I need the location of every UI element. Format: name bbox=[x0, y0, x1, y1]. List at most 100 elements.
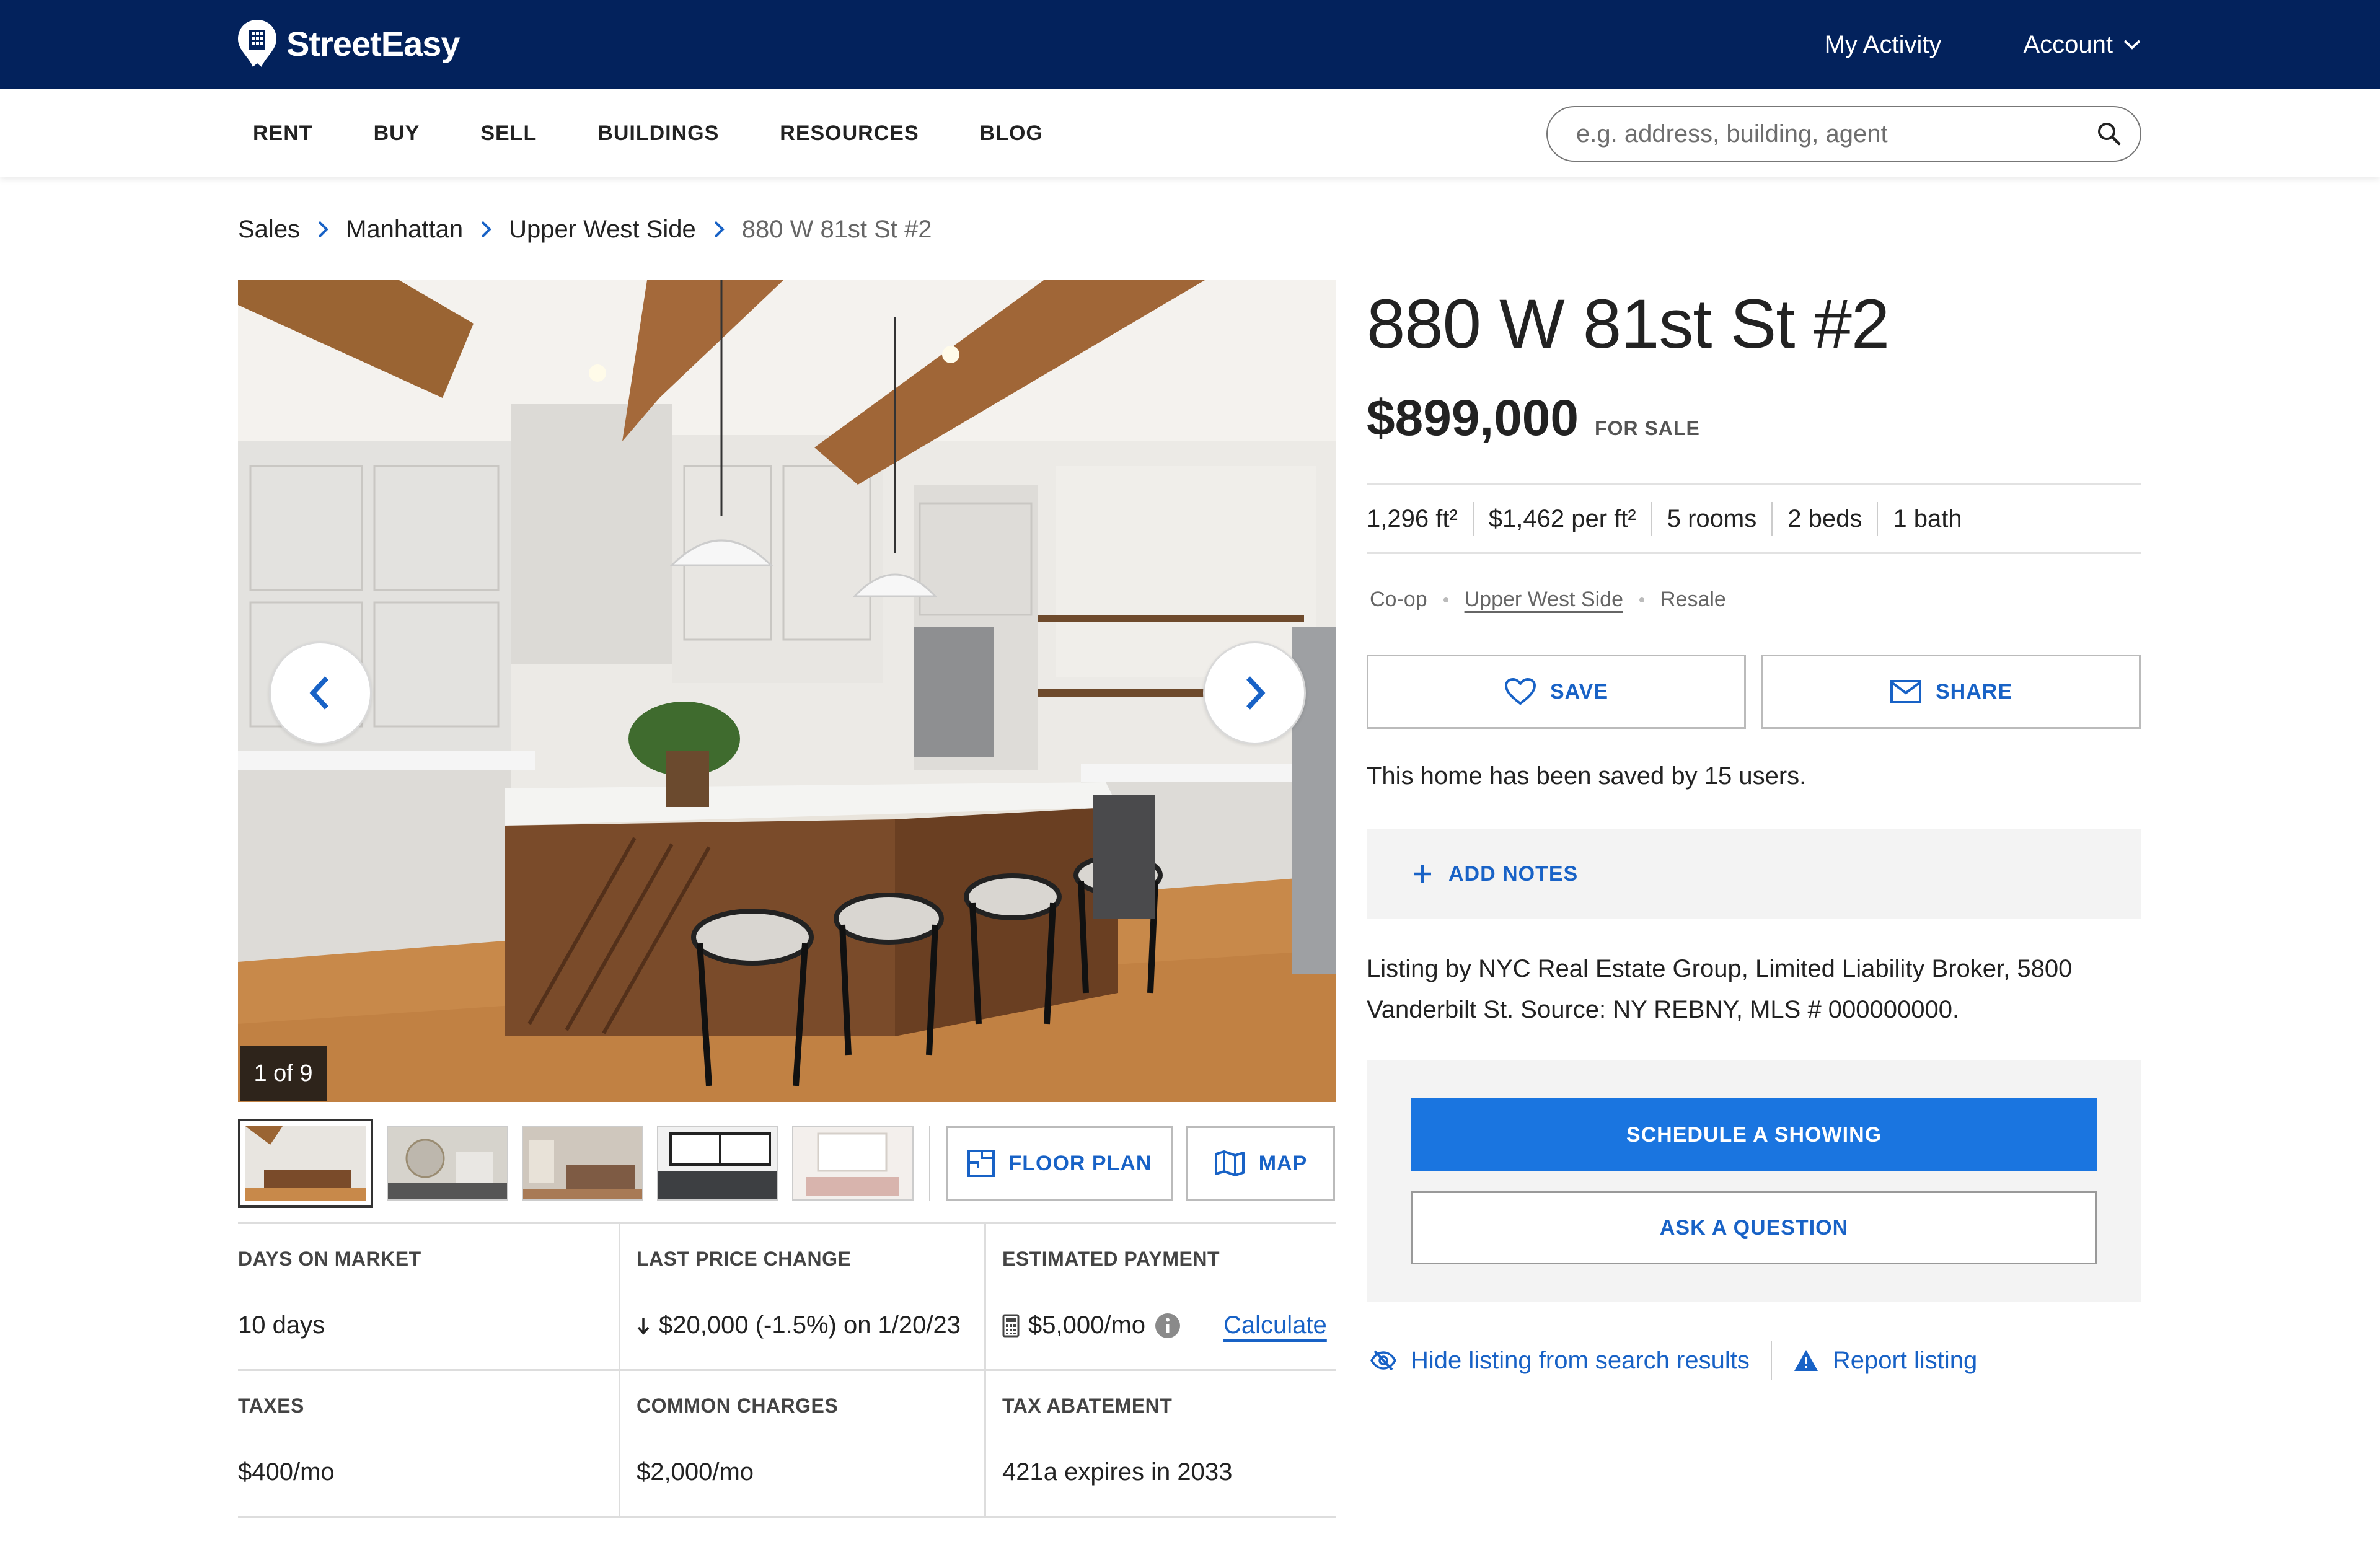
main-nav-bar: RENT BUY SELL BUILDINGS RESOURCES BLOG bbox=[0, 89, 2380, 177]
stat-value: $5,000/mo Calculate bbox=[1002, 1311, 1336, 1339]
floor-plan-icon bbox=[967, 1150, 995, 1177]
listing-photo[interactable] bbox=[238, 280, 1336, 1102]
search-icon[interactable] bbox=[2096, 120, 2123, 148]
common-charges: COMMON CHARGES $2,000/mo bbox=[619, 1371, 984, 1516]
map-label: MAP bbox=[1258, 1151, 1308, 1175]
ask-question-button[interactable]: ASK A QUESTION bbox=[1411, 1191, 2097, 1264]
stat-label: DAYS ON MARKET bbox=[238, 1248, 421, 1270]
breadcrumb-manhattan[interactable]: Manhattan bbox=[346, 216, 463, 244]
search-input[interactable] bbox=[1576, 120, 2096, 148]
share-button[interactable]: SHARE bbox=[1761, 654, 2141, 729]
breadcrumb-neighborhood[interactable]: Upper West Side bbox=[509, 216, 696, 244]
listing-price: $899,000 bbox=[1367, 390, 1579, 446]
stats-row: DAYS ON MARKET 10 days LAST PRICE CHANGE… bbox=[238, 1224, 1336, 1371]
my-activity-link[interactable]: My Activity bbox=[1825, 31, 1942, 59]
listing-footer-links: Hide listing from search results Report … bbox=[1370, 1339, 1977, 1382]
thumbnail-4[interactable] bbox=[657, 1126, 778, 1201]
calculator-icon bbox=[1002, 1314, 1020, 1337]
report-listing-link[interactable]: Report listing bbox=[1793, 1347, 1977, 1375]
tag-coop: Co-op bbox=[1370, 588, 1427, 611]
nav-resources[interactable]: RESOURCES bbox=[780, 121, 919, 146]
heart-icon bbox=[1504, 678, 1536, 705]
nav-blog[interactable]: BLOG bbox=[980, 121, 1043, 146]
stat-value: 10 days bbox=[238, 1311, 619, 1339]
hide-listing-label: Hide listing from search results bbox=[1411, 1346, 1750, 1374]
price-per-area-value: $1,462 per bbox=[1488, 505, 1608, 532]
map-button[interactable]: MAP bbox=[1186, 1126, 1335, 1201]
listing-status: FOR SALE bbox=[1595, 417, 1700, 439]
days-on-market: DAYS ON MARKET 10 days bbox=[238, 1224, 619, 1369]
map-icon bbox=[1214, 1150, 1245, 1176]
hide-listing-link[interactable]: Hide listing from search results bbox=[1370, 1347, 1750, 1375]
brand-name: StreetEasy bbox=[286, 24, 461, 63]
tag-neighborhood-link[interactable]: Upper West Side bbox=[1465, 588, 1623, 612]
fact-area: 1,296 ft² bbox=[1367, 502, 1473, 536]
chevron-right-icon bbox=[714, 221, 725, 238]
estimated-payment: ESTIMATED PAYMENT $5,000/mo Calculate bbox=[984, 1224, 1336, 1369]
plus-icon bbox=[1414, 865, 1431, 883]
stat-value: $2,000/mo bbox=[637, 1458, 984, 1486]
next-photo-button[interactable] bbox=[1203, 641, 1306, 744]
thumbnail-image bbox=[523, 1127, 642, 1199]
stat-value: $400/mo bbox=[238, 1458, 619, 1486]
thumbnail-1[interactable] bbox=[238, 1119, 373, 1208]
listing-facts: 1,296 ft² $1,462 per ft² 5 rooms 2 beds … bbox=[1367, 483, 2141, 554]
taxes: TAXES $400/mo bbox=[238, 1371, 619, 1516]
floor-plan-label: FLOOR PLAN bbox=[1008, 1151, 1152, 1175]
floor-plan-button[interactable]: FLOOR PLAN bbox=[946, 1126, 1173, 1201]
common-value: $2,000/mo bbox=[637, 1458, 754, 1486]
eye-slash-icon bbox=[1370, 1350, 1397, 1371]
calculate-link[interactable]: Calculate bbox=[1223, 1311, 1327, 1339]
price-row: $899,000 FOR SALE bbox=[1367, 389, 1700, 447]
breadcrumb-current: 880 W 81st St #2 bbox=[741, 215, 932, 243]
area-value: 1,296 bbox=[1367, 505, 1429, 532]
warning-icon bbox=[1794, 1350, 1818, 1371]
breadcrumb-sales[interactable]: Sales bbox=[238, 216, 300, 244]
chevron-right-icon bbox=[1246, 676, 1266, 710]
chevron-right-icon bbox=[481, 221, 491, 238]
thumbnail-image bbox=[245, 1126, 366, 1201]
info-icon[interactable] bbox=[1154, 1312, 1181, 1339]
payment-value: $5,000/mo bbox=[1028, 1311, 1146, 1339]
area-unit: ft² bbox=[1614, 505, 1636, 532]
thumbnail-5[interactable] bbox=[792, 1126, 914, 1201]
contact-panel: SCHEDULE A SHOWING ASK A QUESTION bbox=[1367, 1060, 2141, 1302]
stat-label: LAST PRICE CHANGE bbox=[637, 1248, 852, 1270]
thumbnail-3[interactable] bbox=[522, 1126, 643, 1201]
search-bar bbox=[1546, 106, 2141, 162]
thumbnail-image bbox=[388, 1127, 507, 1199]
account-label: Account bbox=[2023, 30, 2113, 58]
listing-source: Listing by NYC Real Estate Group, Limite… bbox=[1367, 955, 2073, 1023]
tag-separator bbox=[1639, 597, 1644, 602]
stat-value: 421a expires in 2033 bbox=[1002, 1458, 1336, 1486]
thumbnail-image bbox=[793, 1127, 912, 1199]
listing-stats: DAYS ON MARKET 10 days LAST PRICE CHANGE… bbox=[238, 1222, 1336, 1518]
thumbnail-image bbox=[658, 1127, 777, 1199]
stat-label: COMMON CHARGES bbox=[637, 1395, 839, 1417]
days-value: 10 days bbox=[238, 1311, 325, 1339]
thumbnail-2[interactable] bbox=[387, 1126, 508, 1201]
last-price-change: LAST PRICE CHANGE $20,000 (-1.5%) on 1/2… bbox=[619, 1224, 984, 1369]
nav-buy[interactable]: BUY bbox=[374, 121, 420, 146]
nav-rent[interactable]: RENT bbox=[253, 121, 313, 146]
stat-label: ESTIMATED PAYMENT bbox=[1002, 1248, 1220, 1270]
nav-sell[interactable]: SELL bbox=[480, 121, 537, 146]
envelope-icon bbox=[1890, 680, 1921, 703]
account-menu[interactable]: Account bbox=[2023, 31, 2141, 59]
fact-price-per-area: $1,462 per ft² bbox=[1472, 502, 1651, 536]
taxes-value: $400/mo bbox=[238, 1458, 335, 1486]
building-pin-icon bbox=[238, 20, 276, 67]
previous-photo-button[interactable] bbox=[269, 641, 372, 744]
add-notes-button[interactable]: ADD NOTES bbox=[1367, 829, 2141, 919]
listing-title: 880 W 81st St #2 bbox=[1367, 285, 1890, 363]
fact-rooms: 5 rooms bbox=[1651, 502, 1772, 536]
streeteasy-logo[interactable]: StreetEasy bbox=[237, 19, 461, 68]
fact-baths: 1 bath bbox=[1877, 502, 1977, 536]
chevron-right-icon bbox=[318, 221, 328, 238]
kitchen-photo-illustration bbox=[238, 280, 1336, 1102]
area-unit: ft² bbox=[1435, 505, 1458, 532]
price-change-value: $20,000 (-1.5%) on 1/20/23 bbox=[659, 1311, 961, 1339]
schedule-showing-button[interactable]: SCHEDULE A SHOWING bbox=[1411, 1098, 2097, 1171]
save-button[interactable]: SAVE bbox=[1367, 654, 1746, 729]
nav-buildings[interactable]: BUILDINGS bbox=[597, 121, 719, 146]
